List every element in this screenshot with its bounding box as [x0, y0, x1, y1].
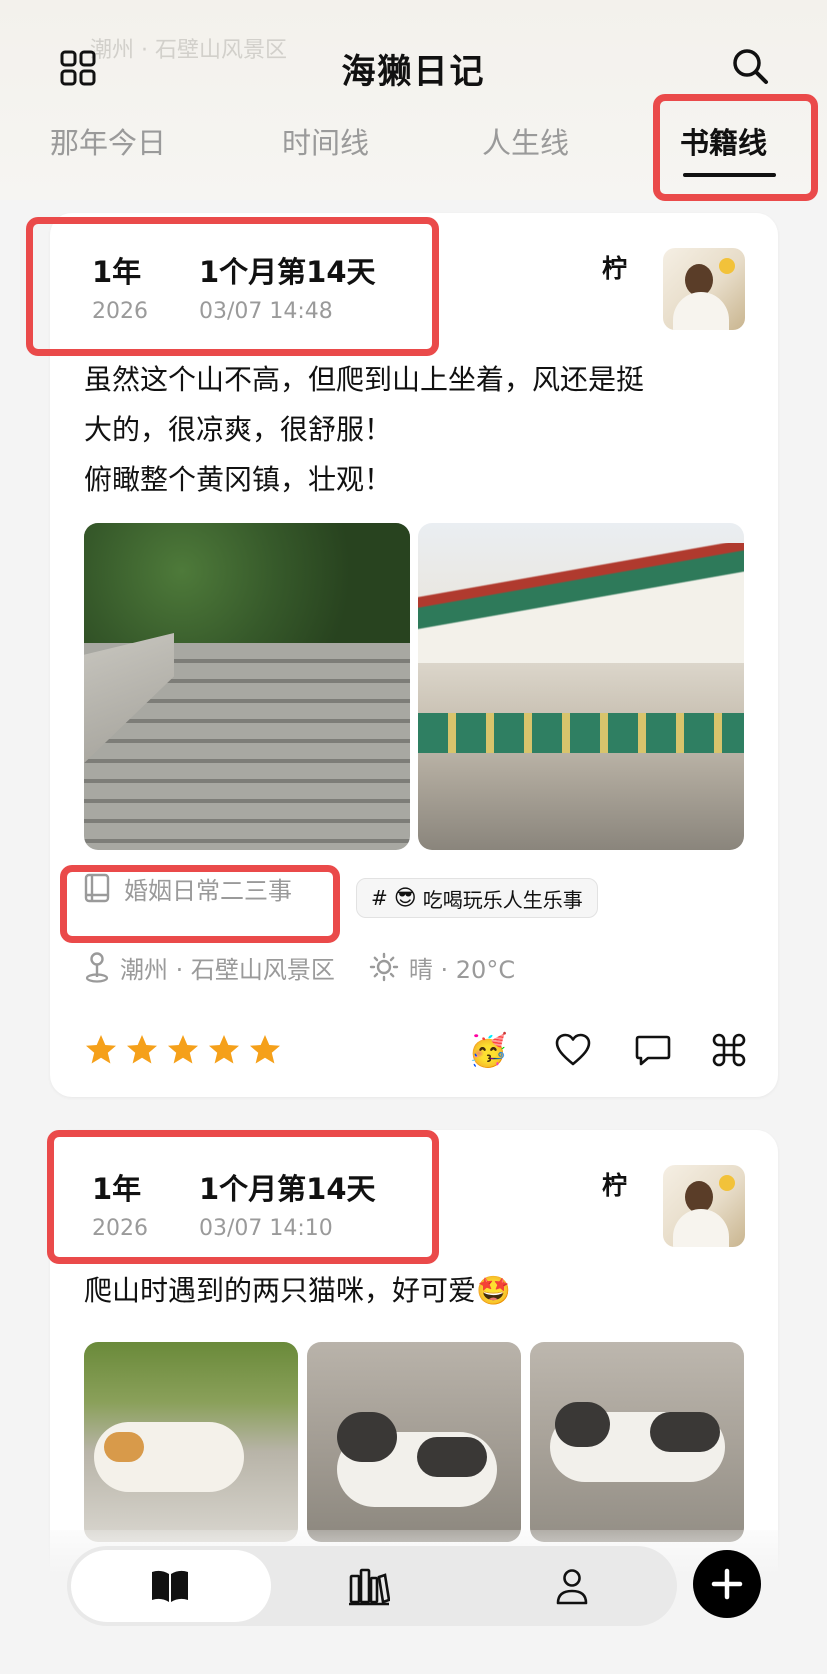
weather-text: 晴 · 20°C	[408, 955, 516, 984]
entry-datetime: 03/07 14:48	[199, 299, 333, 324]
open-book-icon[interactable]	[149, 1566, 191, 1606]
author-name: 柠	[602, 1171, 628, 1200]
photo-cat-3[interactable]	[530, 1342, 744, 1542]
top-header: 潮州 · 石壁山风景区 海獭日记 那年今日 时间线 人生线 书籍线	[0, 0, 827, 200]
tab-bookline[interactable]: 书籍线	[680, 120, 767, 162]
topic-tag-label: 吃喝玩乐人生乐事	[422, 887, 583, 912]
days-elapsed: 1个月第14天	[199, 1172, 376, 1206]
tab-bar: 那年今日 时间线 人生线 书籍线	[0, 120, 827, 180]
tab-on-this-day[interactable]: 那年今日	[50, 120, 166, 162]
book-tag-label: 婚姻日常二三事	[124, 876, 292, 905]
year-value: 2026	[92, 1216, 148, 1241]
date-day-block: 1个月第14天 03/07 14:48	[199, 249, 376, 324]
author-name: 柠	[602, 254, 628, 283]
book-icon	[84, 873, 110, 903]
active-tab-indicator	[683, 173, 776, 177]
heart-icon[interactable]	[554, 1031, 592, 1069]
topic-tag[interactable]: # 😎 吃喝玩乐人生乐事	[356, 878, 598, 918]
entry-datetime: 03/07 14:10	[199, 1216, 333, 1241]
post-text: 爬山时遇到的两只猫咪，好可爱🤩	[84, 1274, 511, 1307]
days-elapsed: 1个月第14天	[199, 255, 376, 289]
tab-timeline[interactable]: 时间线	[282, 120, 369, 162]
location-weather-row: 潮州 · 石壁山风景区 晴 · 20°C	[84, 949, 515, 985]
person-icon[interactable]	[551, 1566, 593, 1606]
diary-card[interactable]: 1年 2026 1个月第14天 03/07 14:48 柠 虽然这个山不高，但爬…	[50, 213, 778, 1097]
photo-temple[interactable]	[418, 523, 744, 850]
tab-lifeline[interactable]: 人生线	[482, 120, 569, 162]
location-text: 潮州 · 石壁山风景区	[120, 955, 335, 984]
photo-cat-2[interactable]	[307, 1342, 521, 1542]
action-row: 🥳	[50, 1031, 778, 1071]
years-elapsed: 1年	[92, 1172, 142, 1206]
reaction-emoji-button[interactable]: 🥳	[468, 1031, 508, 1069]
post-text: 虽然这个山不高，但爬到山上坐着，风还是挺 大的，很凉爽，很舒服！ 俯瞰整个黄冈镇…	[84, 363, 645, 496]
years-elapsed: 1年	[92, 255, 142, 289]
date-year-block: 1年 2026	[92, 1166, 148, 1241]
bottom-nav	[67, 1546, 677, 1626]
search-icon[interactable]	[730, 46, 770, 86]
location-pin-icon	[85, 952, 109, 983]
photo-stairs[interactable]	[84, 523, 410, 850]
avatar[interactable]	[663, 1165, 745, 1247]
add-entry-button[interactable]	[693, 1550, 761, 1618]
book-tag[interactable]: 婚姻日常二三事	[84, 868, 292, 908]
date-year-block: 1年 2026	[92, 249, 148, 324]
app-title: 海獭日记	[341, 52, 486, 92]
photo-cat-1[interactable]	[84, 1342, 298, 1542]
library-icon[interactable]	[348, 1566, 390, 1606]
command-icon[interactable]	[710, 1031, 748, 1069]
sunglasses-emoji: 😎	[393, 885, 417, 911]
comment-icon[interactable]	[634, 1031, 672, 1069]
plus-icon	[711, 1568, 743, 1600]
year-value: 2026	[92, 299, 148, 324]
avatar[interactable]	[663, 248, 745, 330]
date-day-block: 1个月第14天 03/07 14:10	[199, 1166, 376, 1241]
sun-icon	[369, 952, 399, 982]
